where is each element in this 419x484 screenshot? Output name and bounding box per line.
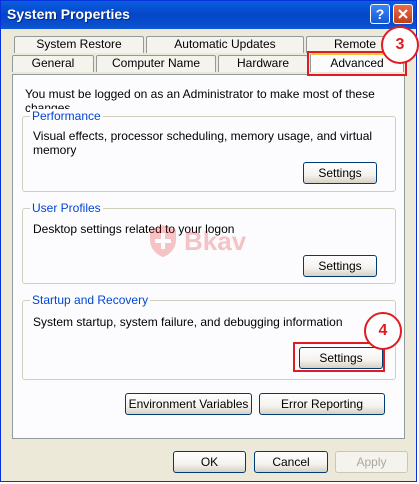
close-icon bbox=[398, 9, 408, 19]
watermark-text: Bkav bbox=[184, 226, 247, 256]
user-profiles-title: User Profiles bbox=[30, 201, 103, 215]
apply-button: Apply bbox=[335, 451, 408, 473]
bkav-watermark: Bkav bbox=[148, 224, 246, 261]
ok-button[interactable]: OK bbox=[173, 451, 246, 473]
step-3-badge: 3 bbox=[381, 26, 419, 64]
startup-recovery-description: System startup, system failure, and debu… bbox=[33, 315, 343, 329]
startup-recovery-title: Startup and Recovery bbox=[30, 293, 151, 307]
cancel-button[interactable]: Cancel bbox=[254, 451, 328, 473]
performance-settings-button[interactable]: Settings bbox=[303, 162, 377, 184]
performance-title: Performance bbox=[30, 109, 103, 123]
tab-automatic-updates[interactable]: Automatic Updates bbox=[146, 36, 304, 53]
user-profiles-settings-button[interactable]: Settings bbox=[303, 255, 377, 277]
step-4-badge: 4 bbox=[364, 312, 402, 350]
shield-icon bbox=[150, 225, 176, 257]
tab-hardware[interactable]: Hardware bbox=[218, 55, 308, 72]
tab-computer-name[interactable]: Computer Name bbox=[96, 55, 216, 72]
performance-group: Performance Visual effects, processor sc… bbox=[22, 109, 396, 192]
tab-system-restore[interactable]: System Restore bbox=[14, 36, 144, 53]
error-reporting-button[interactable]: Error Reporting bbox=[259, 393, 385, 415]
help-button[interactable]: ? bbox=[370, 4, 390, 24]
tab-general[interactable]: General bbox=[12, 55, 94, 72]
title-bar: System Properties ? bbox=[1, 1, 416, 29]
environment-variables-button[interactable]: Environment Variables bbox=[125, 393, 252, 415]
close-button[interactable] bbox=[393, 4, 413, 24]
window-title: System Properties bbox=[7, 6, 130, 22]
performance-description: Visual effects, processor scheduling, me… bbox=[33, 129, 373, 157]
